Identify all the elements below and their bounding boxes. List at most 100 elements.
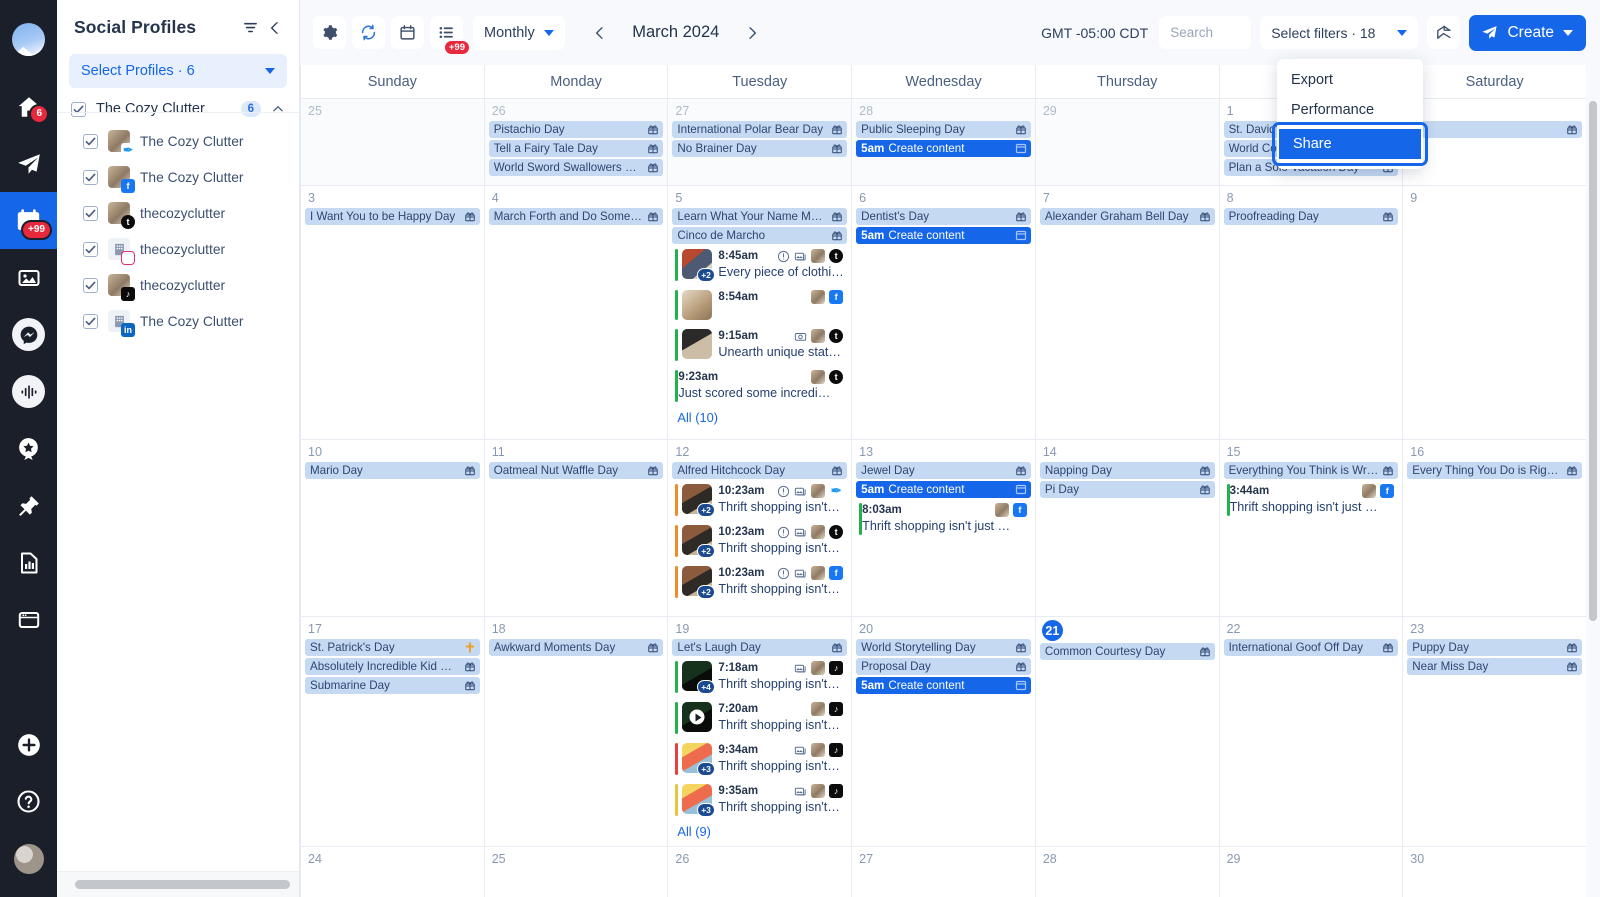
profile-checkbox[interactable] — [83, 241, 98, 257]
profile-checkbox[interactable] — [83, 205, 98, 221]
calendar-day-cell[interactable]: 29 — [1218, 847, 1403, 897]
list-view-button[interactable]: +99 — [430, 16, 471, 57]
calendar-view-button[interactable] — [391, 16, 424, 50]
scrollbar-thumb[interactable] — [1589, 101, 1597, 622]
profile-checkbox[interactable] — [83, 133, 98, 149]
holiday-event[interactable]: International Goof Off Day — [1223, 639, 1399, 657]
holiday-event[interactable]: Puppy Day — [1407, 639, 1582, 657]
calendar-day-cell[interactable]: 9 — [1402, 186, 1586, 440]
scheduled-post[interactable]: 9:23am t Just scored some incredi… — [672, 367, 848, 405]
holiday-event[interactable]: St. Patrick's Day — [305, 639, 480, 657]
holiday-event[interactable]: Mario Day — [305, 462, 480, 480]
prev-month-button[interactable] — [583, 16, 617, 50]
calendar-vertical-scrollbar[interactable] — [1589, 101, 1597, 891]
holiday-event[interactable] — [1407, 121, 1582, 139]
next-month-button[interactable] — [735, 16, 769, 50]
calendar-day-cell[interactable]: 29 — [1034, 99, 1219, 186]
holiday-event[interactable]: Awkward Moments Day — [488, 639, 664, 657]
scheduled-post[interactable]: +4 7:18am ♪ Thrift shopping isn't… — [672, 658, 848, 696]
holiday-event[interactable]: Near Miss Day — [1407, 658, 1582, 676]
calendar-day-cell[interactable]: 30 — [1402, 847, 1586, 897]
menu-item-share[interactable]: Share — [1272, 122, 1428, 166]
holiday-event[interactable]: International Polar Bear Day — [672, 121, 848, 139]
settings-button[interactable] — [313, 16, 346, 50]
profile-checkbox[interactable] — [83, 169, 98, 185]
rail-item-publish[interactable] — [0, 135, 57, 192]
calendar-day-cell[interactable]: 6 Dentist's Day 5am Create content — [851, 186, 1035, 440]
scheduled-post[interactable]: +3 9:34am ♪ Thrift shopping isn't… — [672, 740, 848, 778]
chevron-up-icon[interactable] — [271, 102, 285, 116]
calendar-day-cell[interactable]: 20 World Storytelling Day Proposal Day 5am C… — [851, 617, 1035, 847]
rail-item-reports[interactable] — [0, 534, 57, 591]
profile-row[interactable]: ✒ The Cozy Clutter — [57, 123, 299, 159]
profile-row[interactable]: in The Cozy Clutter — [57, 303, 299, 339]
refresh-button[interactable] — [352, 16, 385, 50]
holiday-event[interactable]: Alexander Graham Bell Day — [1039, 208, 1215, 226]
calendar-day-cell[interactable]: 16 Every Thing You Do is Right … — [1402, 440, 1586, 617]
scheduled-post[interactable]: 8:03am f Thrift shopping isn't just … — [856, 500, 1032, 538]
calendar-day-cell[interactable]: 3 I Want You to be Happy Day — [300, 186, 484, 440]
rail-item-dashboards[interactable] — [0, 591, 57, 648]
calendar-day-cell[interactable]: 10 Mario Day — [300, 440, 484, 617]
rail-item-help[interactable] — [0, 773, 57, 830]
calendar-day-cell[interactable]: 14 Napping Day Pi Day — [1034, 440, 1219, 617]
holiday-event[interactable]: Absolutely Incredible Kid Day — [305, 658, 480, 676]
calendar-day-cell[interactable]: 4 March Forth and Do Someth… — [483, 186, 668, 440]
scheduled-post[interactable]: +2 10:23am ✒ Thrift shopping isn't… — [672, 481, 848, 519]
scheduled-post[interactable]: 3:44am f Thrift shopping isn't just … — [1224, 481, 1400, 519]
calendar-day-cell[interactable]: 25 — [483, 847, 668, 897]
filter-icon[interactable] — [242, 19, 259, 36]
holiday-event[interactable]: World Storytelling Day — [856, 639, 1031, 657]
holiday-event[interactable]: Everything You Think is Wro… — [1223, 462, 1399, 480]
calendar-day-cell[interactable]: 12 Alfred Hitchcock Day +2 10:23am ✒ Thrift s… — [667, 440, 852, 617]
holiday-event[interactable]: Learn What Your Name Mea… — [672, 208, 848, 226]
period-selector[interactable]: Monthly — [473, 15, 565, 50]
holiday-event[interactable]: Public Sleeping Day — [856, 121, 1031, 139]
scheduled-post[interactable]: +2 10:23am t Thrift shopping isn't… — [672, 522, 848, 560]
scheduled-post[interactable]: 8:54am f — [672, 287, 848, 323]
calendar-day-cell[interactable]: 7 Alexander Graham Bell Day — [1034, 186, 1219, 440]
calendar-day-cell[interactable]: 11 Oatmeal Nut Waffle Day — [483, 440, 668, 617]
holiday-event[interactable]: World Sword Swallowers Day — [488, 159, 664, 177]
calendar-day-cell[interactable]: 19 Let's Laugh Day +4 7:18am ♪ Thrift shoppin… — [667, 617, 852, 847]
holiday-event[interactable]: Oatmeal Nut Waffle Day — [488, 462, 664, 480]
calendar-day-cell[interactable]: 24 — [300, 847, 484, 897]
calendar-day-cell[interactable]: 26 Pistachio Day Tell a Fairy Tale Day Worl… — [483, 99, 668, 186]
create-content-event[interactable]: 5am Create content — [856, 140, 1031, 158]
holiday-event[interactable]: Proposal Day — [856, 658, 1031, 676]
holiday-event[interactable]: March Forth and Do Someth… — [488, 208, 664, 226]
holiday-event[interactable]: Common Courtesy Day — [1039, 643, 1215, 661]
profile-checkbox[interactable] — [83, 277, 98, 293]
scheduled-post[interactable]: 9:15am t Unearth unique stat… — [672, 326, 848, 364]
calendar-day-cell[interactable]: 22 International Goof Off Day — [1218, 617, 1403, 847]
scrollbar-thumb[interactable] — [75, 880, 290, 889]
holiday-event[interactable]: Tell a Fairy Tale Day — [488, 140, 664, 158]
create-button[interactable]: Create — [1469, 14, 1586, 51]
calendar-day-cell[interactable]: 2 — [1402, 99, 1586, 186]
holiday-event[interactable]: Let's Laugh Day — [672, 639, 848, 657]
calendar-day-cell[interactable]: 27 — [851, 847, 1035, 897]
panel-horizontal-scrollbar[interactable] — [57, 871, 299, 897]
filters-dropdown[interactable]: Select filters · 18 — [1260, 16, 1419, 50]
calendar-day-cell[interactable]: 17 St. Patrick's Day Absolutely Incredible… — [300, 617, 484, 847]
rail-item-pins[interactable] — [0, 477, 57, 534]
calendar-day-cell[interactable]: 26 — [667, 847, 852, 897]
create-content-event[interactable]: 5am Create content — [856, 677, 1031, 695]
calendar-day-cell[interactable]: 13 Jewel Day 5am Create content 8:03am f Thrif… — [851, 440, 1035, 617]
scheduled-post[interactable]: +2 8:45am t Every piece of clothi… — [672, 246, 848, 284]
scheduled-post[interactable]: 7:20am ♪ Thrift shopping isn't… — [672, 699, 848, 737]
rail-item-add[interactable] — [0, 716, 57, 773]
rail-item-listening[interactable] — [0, 363, 57, 420]
group-checkbox[interactable] — [71, 101, 86, 117]
profile-row[interactable]: ◎ thecozyclutter — [57, 231, 299, 267]
scheduled-post[interactable]: +3 9:35am ♪ Thrift shopping isn't… — [672, 781, 848, 819]
calendar-day-cell[interactable]: 23 Puppy Day Near Miss Day — [1402, 617, 1586, 847]
holiday-event[interactable]: Pi Day — [1039, 481, 1215, 499]
rail-item-calendar[interactable]: +99 — [0, 192, 57, 249]
create-content-event[interactable]: 5am Create content — [856, 481, 1031, 499]
holiday-event[interactable]: Alfred Hitchcock Day — [672, 462, 848, 480]
select-profiles-dropdown[interactable]: Select Profiles · 6 — [69, 54, 287, 88]
calendar-day-cell[interactable]: 25 — [300, 99, 484, 186]
calendar-day-cell[interactable]: 8 Proofreading Day — [1218, 186, 1403, 440]
rail-item-home[interactable]: 6 — [0, 78, 57, 135]
